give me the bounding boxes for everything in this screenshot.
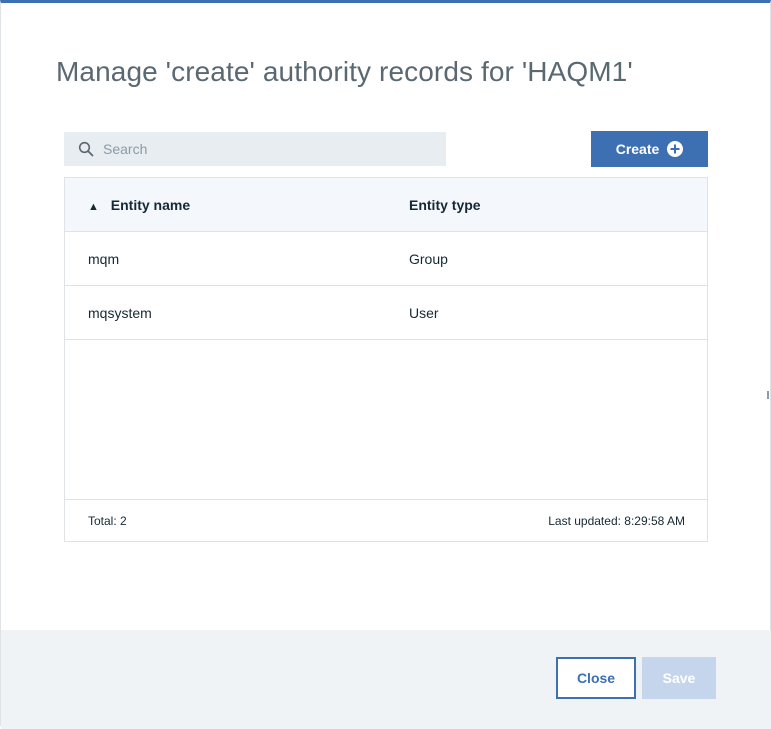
sort-ascending-icon: ▲ xyxy=(88,200,99,213)
table-row[interactable]: mqsystem User xyxy=(65,286,707,340)
create-button-label: Create xyxy=(615,141,660,157)
close-button[interactable]: Close xyxy=(556,657,636,699)
column-header-entity-name[interactable]: ▲ Entity name xyxy=(88,197,190,213)
dialog-title: Manage 'create' authority records for 'H… xyxy=(56,56,633,87)
table-header: ▲ Entity name Entity type xyxy=(65,178,707,232)
search-box[interactable] xyxy=(64,132,446,166)
total-count: Total: 2 xyxy=(88,514,127,528)
search-input[interactable] xyxy=(103,141,423,157)
column-header-label: Entity type xyxy=(409,196,481,213)
entity-type-cell: User xyxy=(409,304,439,321)
column-header-entity-type[interactable]: Entity type xyxy=(409,197,481,213)
last-updated: Last updated: 8:29:58 AM xyxy=(548,514,685,528)
entity-type-cell: Group xyxy=(409,250,448,267)
add-circle-icon xyxy=(667,141,684,157)
authority-records-table: ▲ Entity name Entity type mqm Group mqsy… xyxy=(64,177,708,542)
column-header-label: Entity name xyxy=(110,196,191,213)
dialog-footer: Close Save xyxy=(1,630,771,729)
scroll-indicator xyxy=(767,391,769,399)
create-button[interactable]: Create xyxy=(591,131,708,167)
authority-records-dialog: Manage 'create' authority records for 'H… xyxy=(0,0,771,729)
entity-name-cell: mqsystem xyxy=(88,304,152,321)
save-button[interactable]: Save xyxy=(642,657,716,699)
table-footer: Total: 2 Last updated: 8:29:58 AM xyxy=(65,499,707,541)
search-icon xyxy=(78,141,94,157)
table-row[interactable]: mqm Group xyxy=(65,232,707,286)
entity-name-cell: mqm xyxy=(88,250,120,267)
